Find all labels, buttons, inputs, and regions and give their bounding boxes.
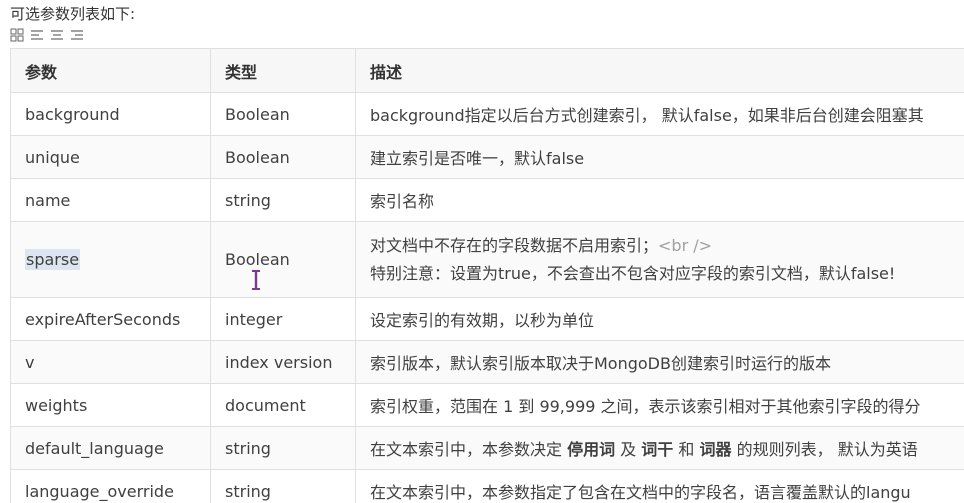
desc-text: 在文本索引中，本参数决定 — [370, 440, 568, 459]
param-cell: weights — [10, 383, 211, 427]
desc-cell: 对文档中不存在的字段数据不启用索引；<br /> 特别注意：设置为true，不会… — [355, 221, 964, 298]
header-type: 类型 — [210, 48, 356, 93]
desc-line-1: 对文档中不存在的字段数据不启用索引；<br /> — [370, 232, 964, 260]
param-cell: name — [10, 178, 211, 222]
type-cell: Boolean — [210, 135, 356, 179]
desc-cell: 索引名称 — [355, 178, 964, 222]
type-cell: string — [210, 178, 356, 222]
header-desc: 描述 — [355, 48, 964, 93]
param-cell: sparse — [10, 221, 211, 298]
param-cell: default_language — [10, 426, 211, 470]
bold-term: 词器 — [699, 440, 732, 459]
desc-cell: 建立索引是否唯一，默认false — [355, 135, 964, 179]
table-row: background Boolean background指定以后台方式创建索引… — [10, 92, 964, 136]
header-param: 参数 — [10, 48, 211, 93]
intro-text: 可选参数列表如下: — [10, 5, 136, 23]
table-row: v index version 索引版本，默认索引版本取决于MongoDB创建索… — [10, 340, 964, 384]
code-snippet: <br /> — [658, 235, 713, 255]
table-row: default_language string 在文本索引中，本参数决定 停用词… — [10, 426, 964, 470]
table-toolbar — [10, 26, 84, 44]
table-row: weights document 索引权重，范围在 1 到 99,999 之间，… — [10, 383, 964, 427]
desc-text: 对文档中不存在的字段数据不启用索引； — [370, 235, 659, 255]
desc-cell: background指定以后台方式创建索引， 默认false，如果非后台创建会阻… — [355, 92, 964, 136]
table-row: language_override string 在文本索引中，本参数指定了包含… — [10, 469, 964, 503]
align-left-icon[interactable] — [30, 28, 44, 42]
desc-text: 的规则列表， 默认为英语 — [731, 440, 918, 459]
page: 可选参数列表如下: 参数 类型 描述 background Boolean ba… — [0, 0, 964, 503]
type-cell: string — [210, 469, 356, 503]
type-cell: integer — [210, 297, 356, 341]
align-right-icon[interactable] — [70, 28, 84, 42]
param-cell: unique — [10, 135, 211, 179]
selected-text[interactable]: sparse — [25, 249, 81, 270]
desc-cell: 在文本索引中，本参数决定 停用词 及 词干 和 词器 的规则列表， 默认为英语 — [355, 426, 964, 470]
desc-text: 及 — [615, 440, 642, 459]
desc-cell: 索引权重，范围在 1 到 99,999 之间，表示该索引相对于其他索引字段的得分 — [355, 383, 964, 427]
param-cell: expireAfterSeconds — [10, 297, 211, 341]
desc-line-2: 特别注意：设置为true，不会查出不包含对应字段的索引文档，默认false! — [370, 263, 896, 283]
type-cell: document — [210, 383, 356, 427]
grid-icon[interactable] — [10, 28, 24, 42]
type-cell: string — [210, 426, 356, 470]
align-center-icon[interactable] — [50, 28, 64, 42]
desc-text: 和 — [673, 440, 700, 459]
table-row: unique Boolean 建立索引是否唯一，默认false — [10, 135, 964, 179]
table-row: expireAfterSeconds integer 设定索引的有效期，以秒为单… — [10, 297, 964, 341]
type-cell: Boolean — [210, 221, 356, 298]
table-header-row: 参数 类型 描述 — [10, 48, 964, 93]
desc-cell: 在文本索引中，本参数指定了包含在文档中的字段名，语言覆盖默认的langu — [355, 469, 964, 503]
params-table: 参数 类型 描述 background Boolean background指定… — [10, 48, 964, 503]
param-cell: background — [10, 92, 211, 136]
table-row: name string 索引名称 — [10, 178, 964, 222]
table-row: sparse Boolean 对文档中不存在的字段数据不启用索引；<br /> … — [10, 221, 964, 298]
param-cell: language_override — [10, 469, 211, 503]
bold-term: 词干 — [641, 440, 674, 459]
type-cell: index version — [210, 340, 356, 384]
param-cell: v — [10, 340, 211, 384]
type-cell: Boolean — [210, 92, 356, 136]
desc-cell: 索引版本，默认索引版本取决于MongoDB创建索引时运行的版本 — [355, 340, 964, 384]
bold-term: 停用词 — [567, 440, 616, 459]
desc-cell: 设定索引的有效期，以秒为单位 — [355, 297, 964, 341]
